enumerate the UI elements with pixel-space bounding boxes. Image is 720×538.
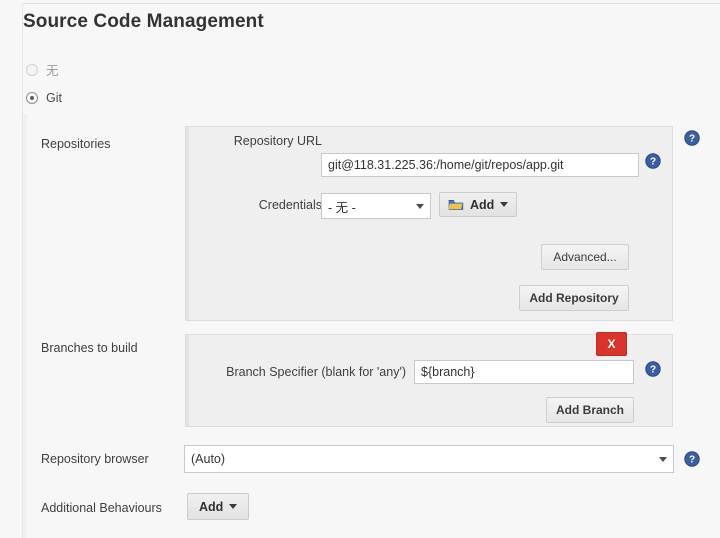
top-divider — [22, 3, 720, 4]
repository-browser-label: Repository browser — [41, 452, 149, 466]
radio-none-icon[interactable] — [26, 63, 38, 76]
chevron-down-icon — [500, 202, 509, 207]
chevron-down-icon — [229, 504, 238, 509]
add-branch-button[interactable]: Add Branch — [546, 397, 634, 423]
credentials-icon — [448, 200, 464, 210]
help-icon-repository-url[interactable]: ? — [645, 153, 661, 169]
repositories-label: Repositories — [41, 137, 111, 151]
credentials-select[interactable]: - 无 - — [321, 193, 431, 219]
svg-text:?: ? — [689, 134, 695, 145]
page-title: Source Code Management — [23, 11, 264, 32]
add-credentials-label: Add — [470, 197, 495, 212]
additional-behaviours-label: Additional Behaviours — [41, 501, 162, 515]
scm-radio-option-git[interactable]: Git — [26, 91, 62, 105]
repository-browser-select[interactable]: (Auto) — [184, 445, 674, 473]
branch-specifier-label: Branch Specifier (blank for 'any') — [226, 365, 406, 379]
add-behaviour-label: Add — [199, 499, 224, 514]
help-icon-branch-specifier[interactable]: ? — [645, 361, 661, 377]
branch-specifier-input[interactable] — [414, 360, 634, 384]
repository-url-input[interactable] — [321, 153, 639, 177]
add-credentials-button[interactable]: Add — [439, 192, 518, 217]
chevron-down-icon — [659, 456, 667, 462]
svg-text:?: ? — [650, 365, 656, 376]
add-repository-button[interactable]: Add Repository — [519, 285, 629, 311]
svg-text:?: ? — [689, 455, 695, 466]
scm-radio-option-none[interactable]: 无 — [26, 60, 59, 79]
help-icon-repositories[interactable]: ? — [684, 130, 700, 146]
repository-browser-selected-value: (Auto) — [191, 452, 226, 466]
repository-url-label: Repository URL — [233, 134, 322, 148]
branches-to-build-label: Branches to build — [41, 341, 138, 355]
chevron-down-icon — [416, 203, 424, 209]
scm-radio-git-label: Git — [46, 91, 62, 105]
radio-git-icon[interactable] — [26, 92, 38, 104]
credentials-label: Credentials — [258, 198, 322, 212]
advanced-button[interactable]: Advanced... — [541, 244, 629, 270]
repositories-panel-rail — [186, 127, 189, 320]
delete-branch-button[interactable]: X — [596, 332, 627, 356]
scm-radio-none-label: 无 — [46, 64, 59, 78]
branches-panel-rail — [186, 335, 189, 426]
credentials-selected-value: - 无 - — [328, 200, 356, 215]
scm-config-page: Source Code Management 无 Git Repositorie… — [0, 0, 720, 538]
svg-text:?: ? — [650, 157, 656, 168]
add-behaviour-button[interactable]: Add — [187, 493, 250, 520]
repositories-panel: Repository URL Credentials - 无 - Add Adv… — [185, 126, 673, 321]
help-icon-repository-browser[interactable]: ? — [684, 451, 700, 467]
